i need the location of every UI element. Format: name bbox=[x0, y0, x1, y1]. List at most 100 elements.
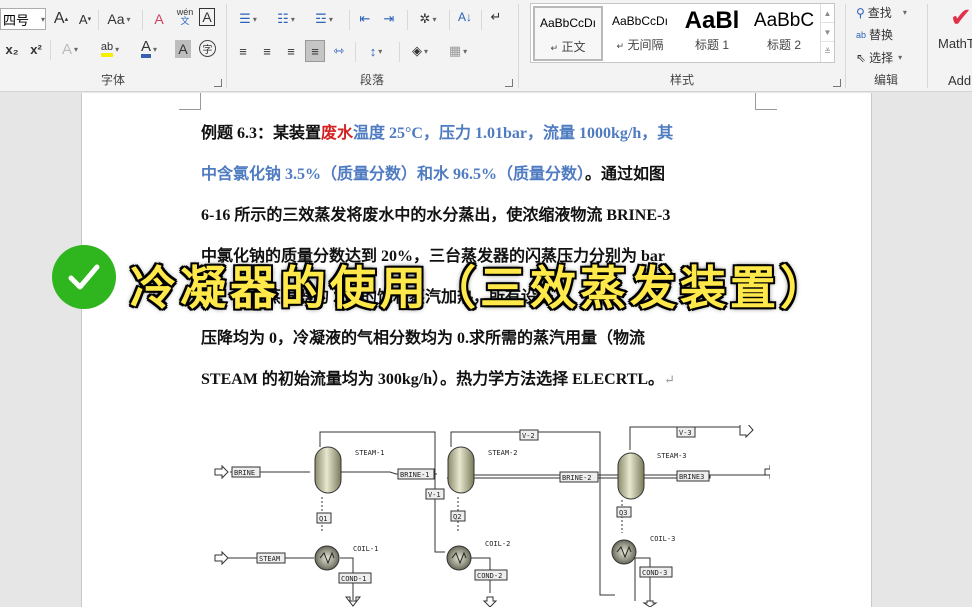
styles-scrollbar[interactable]: ▲ ▼ ≚ bbox=[820, 4, 834, 62]
font-group: 四号 ▾ A ▴ A ▾ Aa ▾ A wén 文 A x₂ x² A ▾ ab ▾ A ▾ A… bbox=[0, 0, 226, 92]
style-heading-2[interactable]: AaBbC 标题 2 bbox=[749, 6, 819, 61]
ribbon: 四号 ▾ A ▴ A ▾ Aa ▾ A wén 文 A x₂ x² A ▾ ab ▾ A ▾ A… bbox=[0, 0, 972, 92]
align-center-button[interactable]: ≡ bbox=[257, 40, 277, 62]
change-case-button[interactable]: Aa ▾ bbox=[104, 8, 134, 30]
grow-font-button[interactable]: A ▴ bbox=[52, 8, 70, 30]
shading-button[interactable]: ◈ ▾ bbox=[405, 40, 435, 62]
stream-label: V-1 bbox=[428, 491, 441, 499]
stream-label: COND-2 bbox=[477, 572, 502, 580]
process-flow-diagram: BRINE BRINE-1 BRINE-2 BRINE3 STEAM V-1 V… bbox=[214, 425, 770, 607]
paragraph-line: 压降均为 0，冷凝液的气相分数均为 0.求所需的蒸汽用量（物流 bbox=[201, 330, 646, 347]
evaporator-3 bbox=[617, 452, 645, 500]
divider bbox=[98, 10, 99, 30]
stream-label: Q3 bbox=[619, 509, 627, 517]
addins-group-label: Add bbox=[948, 73, 972, 88]
stream-label: V-2 bbox=[522, 432, 535, 440]
multilevel-list-button[interactable]: ☲ ▾ bbox=[309, 8, 339, 30]
block-label: COIL-2 bbox=[485, 540, 510, 548]
stream-label: BRINE3 bbox=[679, 473, 704, 481]
align-left-button[interactable]: ≡ bbox=[233, 40, 253, 62]
sort-button[interactable]: A↓ bbox=[455, 6, 475, 28]
paragraph-dialog-launcher[interactable] bbox=[505, 79, 513, 87]
editing-group: 编辑 bbox=[846, 0, 926, 92]
bullets-button[interactable]: ☰ ▾ bbox=[233, 8, 263, 30]
block-label: COIL-1 bbox=[353, 545, 378, 553]
shrink-font-button[interactable]: A ▾ bbox=[76, 8, 94, 30]
clear-formatting-icon[interactable]: A bbox=[150, 8, 168, 30]
paragraph-group: ☰ ▾ ☷ ▾ ☲ ▾ ⇤ ⇥ ✲ ▾ A↓ ↵ ≡ ≡ ≡ ≡ ⇿ ↕ ▾ ◈ ▾ ▦ ▾ … bbox=[227, 0, 517, 92]
block-label: STEAM-2 bbox=[488, 449, 518, 457]
phonetic-guide-button[interactable]: wén 文 bbox=[175, 6, 195, 28]
divider bbox=[355, 42, 356, 62]
stream-label: Q1 bbox=[319, 515, 327, 523]
justify-button[interactable]: ≡ bbox=[305, 40, 325, 62]
line-spacing-button[interactable]: ↕ ▾ bbox=[361, 40, 391, 62]
highlight-button[interactable]: ab ▾ bbox=[94, 38, 126, 60]
block-label: COIL-3 bbox=[650, 535, 675, 543]
divider bbox=[399, 42, 400, 62]
divider bbox=[481, 10, 482, 30]
check-badge-icon bbox=[52, 245, 116, 309]
stream-label: COND-1 bbox=[341, 575, 366, 583]
paragraph-mark: ↵ bbox=[664, 372, 675, 387]
stream-label: BRINE-2 bbox=[562, 474, 592, 482]
scroll-down-icon[interactable]: ▼ bbox=[821, 23, 834, 42]
addins-group: ✔ MathT Add bbox=[928, 0, 972, 92]
show-marks-button[interactable]: ↵ bbox=[487, 6, 505, 28]
paragraph-line: STEAM 的初始流量均为 300kg/h）。热力学方法选择 ELECRTL。↵ bbox=[201, 371, 675, 388]
font-size-select[interactable]: 四号 ▾ bbox=[0, 8, 46, 30]
font-size-value: 四号 bbox=[3, 12, 30, 28]
paragraph-line: 6-16 所示的三效蒸发将废水中的水分蒸出，使浓缩液物流 BRINE-3 bbox=[201, 207, 671, 224]
increase-indent-button[interactable]: ⇥ bbox=[379, 8, 399, 30]
style-normal[interactable]: AaBbCcDı ↵ 正文 bbox=[533, 6, 603, 61]
margin-corner-left bbox=[179, 93, 201, 110]
distributed-button[interactable]: ⇿ bbox=[329, 40, 349, 62]
superscript-button[interactable]: x² bbox=[28, 38, 44, 60]
evaporator-2 bbox=[447, 446, 475, 494]
mathtype-check-icon[interactable]: ✔ bbox=[950, 2, 972, 33]
feed-arrow-icon bbox=[214, 464, 229, 480]
enclose-char-button[interactable]: 字 bbox=[199, 40, 216, 57]
chevron-down-icon: ▾ bbox=[40, 14, 45, 24]
margin-corner-right bbox=[755, 93, 777, 110]
divider bbox=[50, 40, 51, 60]
stream-label: Q2 bbox=[453, 513, 461, 521]
divider bbox=[349, 10, 350, 30]
font-color-button[interactable]: A ▾ bbox=[135, 38, 163, 60]
paragraph-group-label: 段落 bbox=[359, 73, 384, 87]
product-arrow-icon bbox=[764, 464, 770, 480]
borders-button[interactable]: ▦ ▾ bbox=[443, 40, 473, 62]
decrease-indent-button[interactable]: ⇤ bbox=[355, 8, 375, 30]
stream-label: BRINE bbox=[234, 469, 255, 477]
asian-layout-button[interactable]: ✲ ▾ bbox=[413, 8, 443, 30]
feed-arrow-icon bbox=[214, 550, 229, 566]
style-heading-1[interactable]: AaBl 标题 1 bbox=[677, 6, 747, 61]
block-label: STEAM-1 bbox=[355, 449, 385, 457]
text-effects-button[interactable]: A ▾ bbox=[56, 38, 84, 60]
editing-group-label: 编辑 bbox=[873, 73, 898, 87]
font-group-label: 字体 bbox=[100, 73, 125, 87]
block-label: STEAM-3 bbox=[657, 452, 687, 460]
divider bbox=[407, 10, 408, 30]
mathtype-button[interactable]: MathT bbox=[938, 36, 972, 51]
heat-exchanger-3 bbox=[611, 539, 637, 565]
styles-gallery: AaBbCcDı ↵ 正文 AaBbCcDı ↵ 无间隔 AaBl 标题 1 A… bbox=[530, 3, 835, 63]
styles-dialog-launcher[interactable] bbox=[833, 79, 841, 87]
heat-exchanger-2 bbox=[446, 545, 472, 571]
stream-label: BRINE-1 bbox=[400, 471, 430, 479]
scroll-up-icon[interactable]: ▲ bbox=[821, 4, 834, 23]
stream-label: STEAM bbox=[259, 555, 280, 563]
product-arrow-icon bbox=[739, 425, 754, 439]
char-shading-button[interactable]: A bbox=[175, 40, 191, 58]
numbering-button[interactable]: ☷ ▾ bbox=[271, 8, 301, 30]
font-dialog-launcher[interactable] bbox=[214, 79, 222, 87]
stream-label: COND-3 bbox=[642, 569, 667, 577]
paragraph-line: 例题 6.3：某装置废水温度 25°C，压力 1.01bar，流量 1000kg… bbox=[201, 125, 674, 142]
styles-group-label: 样式 bbox=[669, 73, 694, 87]
subscript-button[interactable]: x₂ bbox=[4, 38, 20, 60]
align-right-button[interactable]: ≡ bbox=[281, 40, 301, 62]
expand-gallery-icon[interactable]: ≚ bbox=[821, 42, 834, 61]
char-border-button[interactable]: A bbox=[199, 8, 215, 26]
video-title-overlay: 冷凝器的使用（三效蒸发装置） bbox=[129, 260, 830, 317]
style-no-spacing[interactable]: AaBbCcDı ↵ 无间隔 bbox=[605, 6, 675, 61]
